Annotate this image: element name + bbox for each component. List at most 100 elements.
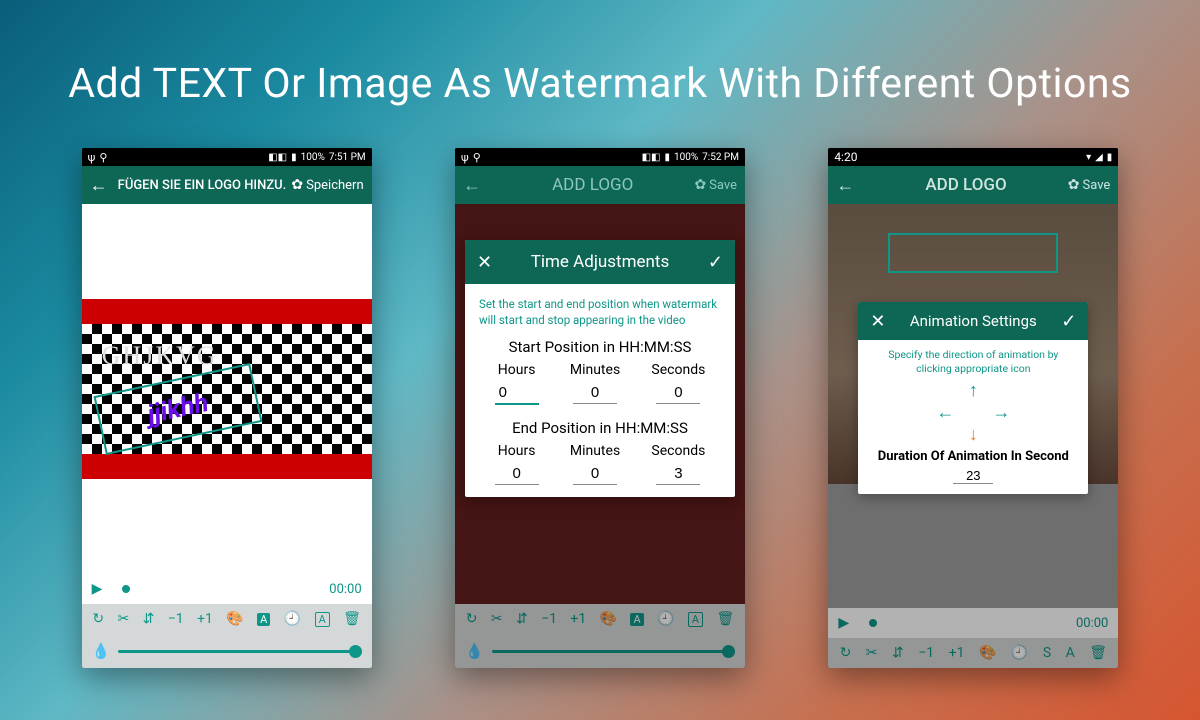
trash-icon[interactable]: 🗑: [343, 611, 361, 627]
end-section-label: End Position in HH:MM:SS: [479, 419, 721, 437]
seconds-label: Seconds: [651, 443, 705, 459]
clock: 7:52 PM: [702, 152, 739, 163]
app-title: ADD LOGO: [491, 175, 694, 195]
watermark-text-2[interactable]: jjikhh: [144, 388, 210, 430]
time-adjustments-dialog: ✕ Time Adjustments ✓ Set the start and e…: [465, 240, 735, 497]
close-icon[interactable]: ✕: [477, 252, 492, 273]
crop-icon[interactable]: ✂: [118, 611, 130, 627]
minutes-label: Minutes: [570, 362, 620, 378]
opacity-slider[interactable]: [118, 650, 361, 653]
save-label: Save: [1083, 178, 1111, 193]
rotate-icon[interactable]: ↻: [92, 611, 104, 627]
status-bar: ψ ⚲ ◧◧ ▮ 100% 7:51 PM: [82, 148, 372, 166]
clock-icon[interactable]: 🕘: [284, 611, 301, 627]
dialog-title: Time Adjustments: [492, 252, 708, 272]
play-time: 00:00: [329, 582, 361, 597]
status-bar: ψ ⚲ ◧◧ ▮ 100% 7:52 PM: [455, 148, 745, 166]
progress-thumb[interactable]: [122, 585, 130, 593]
duration-label: Duration Of Animation In Second: [858, 449, 1088, 464]
palette-icon[interactable]: 🎨: [226, 611, 243, 627]
phone-3: 4:20 ▾ ◢ ▮ ← ADD LOGO ✿ Save ▶ 00:00: [828, 148, 1118, 668]
animation-settings-dialog: ✕ Animation Settings ✓ Specify the direc…: [858, 302, 1088, 494]
dialog-body: Set the start and end position when wate…: [465, 284, 735, 497]
slider-thumb[interactable]: [349, 645, 362, 658]
duration-input[interactable]: [953, 468, 993, 484]
start-hours-input[interactable]: [495, 382, 539, 405]
arrow-down-icon[interactable]: ↓: [969, 424, 978, 445]
back-button[interactable]: ←: [90, 175, 108, 196]
confirm-icon[interactable]: ✓: [1061, 311, 1076, 332]
increment-button[interactable]: +1: [197, 611, 213, 627]
dialog-hint: Specify the direction of animation by cl…: [858, 340, 1088, 379]
page-headline: Add TEXT Or Image As Watermark With Diff…: [0, 0, 1200, 108]
save-button[interactable]: ✿ Save: [1068, 177, 1111, 193]
sim-icon: ◧◧: [642, 152, 661, 163]
phone-2: ψ ⚲ ◧◧ ▮ 100% 7:52 PM ← ADD LOGO ✿ Save …: [455, 148, 745, 668]
toolbar-dimmed: ▶ 00:00 ↻✂⇵−1+1🎨 🕘 S A 🗑: [828, 608, 1118, 668]
dialog-header: ✕ Animation Settings ✓: [858, 302, 1088, 340]
watermark-text-1[interactable]: GHJKVG: [102, 341, 218, 371]
usb-icon: ψ: [88, 151, 96, 164]
save-button[interactable]: ✿ Save: [694, 177, 737, 193]
watermark-selection-box[interactable]: [888, 233, 1058, 273]
gear-icon: ✿: [1068, 177, 1080, 193]
play-button[interactable]: ▶: [92, 581, 103, 597]
play-bar: ▶ 00:00: [82, 574, 372, 604]
font-a-icon[interactable]: A: [257, 613, 270, 626]
hours-label: Hours: [495, 362, 539, 378]
seconds-label: Seconds: [651, 362, 705, 378]
save-label: Speichern: [306, 178, 364, 193]
toolbar-dimmed: ↻✂⇵−1+1🎨 A 🕘 A 🗑 💧: [455, 604, 745, 668]
app-title: FÜGEN SIE EIN LOGO HINZU.: [118, 178, 292, 193]
start-seconds-input[interactable]: [656, 382, 700, 404]
end-minutes-input[interactable]: [573, 463, 617, 485]
phones-row: ψ ⚲ ◧◧ ▮ 100% 7:51 PM ← FÜGEN SIE EIN LO…: [0, 148, 1200, 668]
play-time: 00:00: [1076, 616, 1108, 631]
wifi-icon: ▾: [1086, 152, 1091, 163]
arrow-right-icon[interactable]: →: [992, 402, 1010, 423]
save-label: Save: [709, 178, 737, 193]
gear-icon: ✿: [694, 177, 706, 193]
battery-pct: 100%: [674, 152, 698, 163]
battery-pct: 100%: [301, 152, 325, 163]
debug-icon: ⚲: [99, 151, 107, 164]
end-seconds-input[interactable]: [656, 463, 700, 485]
app-bar: ← ADD LOGO ✿ Save: [455, 166, 745, 204]
arrow-up-icon[interactable]: ↑: [969, 380, 978, 401]
debug-icon: ⚲: [473, 151, 481, 164]
decrement-button[interactable]: −1: [168, 611, 184, 627]
confirm-icon[interactable]: ✓: [708, 252, 723, 273]
edit-toolbar: ↻ ✂ ⇵ −1 +1 🎨 A 🕘 A 🗑: [82, 604, 372, 634]
clock: 4:20: [834, 150, 857, 164]
minutes-label: Minutes: [570, 443, 620, 459]
start-section-label: Start Position in HH:MM:SS: [479, 338, 721, 356]
opacity-icon: 💧: [92, 642, 111, 660]
status-bar: 4:20 ▾ ◢ ▮: [828, 148, 1118, 166]
flip-icon[interactable]: ⇵: [143, 611, 155, 627]
dialog-hint: Set the start and end position when wate…: [479, 296, 721, 328]
dialog-title: Animation Settings: [885, 312, 1061, 330]
video-canvas[interactable]: GHJKVG jjikhh: [82, 204, 372, 574]
hours-label: Hours: [495, 443, 539, 459]
close-icon[interactable]: ✕: [870, 311, 885, 332]
phone-1: ψ ⚲ ◧◧ ▮ 100% 7:51 PM ← FÜGEN SIE EIN LO…: [82, 148, 372, 668]
end-hours-input[interactable]: [495, 463, 539, 485]
back-button[interactable]: ←: [836, 175, 854, 196]
back-button[interactable]: ←: [463, 175, 481, 196]
save-button[interactable]: ✿ Speichern: [291, 177, 363, 193]
app-bar: ← ADD LOGO ✿ Save: [828, 166, 1118, 204]
gear-icon: ✿: [291, 177, 303, 193]
arrow-left-icon[interactable]: ←: [936, 402, 954, 423]
sim-icon: ◧◧: [268, 152, 287, 163]
animation-icon[interactable]: A: [315, 612, 330, 627]
battery-icon: ▮: [664, 152, 670, 163]
usb-icon: ψ: [461, 151, 469, 164]
opacity-slider-row: 💧: [82, 634, 372, 668]
start-minutes-input[interactable]: [573, 382, 617, 404]
video-preview: GHJKVG jjikhh: [82, 299, 372, 479]
app-title: ADD LOGO: [864, 175, 1067, 195]
clock: 7:51 PM: [329, 152, 366, 163]
dialog-header: ✕ Time Adjustments ✓: [465, 240, 735, 284]
signal-icon: ◢: [1095, 152, 1103, 163]
app-bar: ← FÜGEN SIE EIN LOGO HINZU. ✿ Speichern: [82, 166, 372, 204]
